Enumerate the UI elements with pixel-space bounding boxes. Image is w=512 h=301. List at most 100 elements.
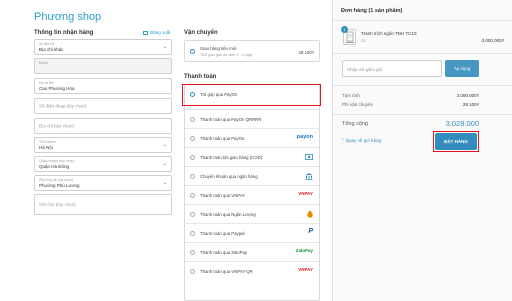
payment-radio[interactable] xyxy=(190,155,195,160)
payment-method-label: Chuyển khoản qua ngân hàng xyxy=(200,174,258,179)
order-summary: Đơn hàng (1 sản phẩm) 1 Tranh trích ngôn… xyxy=(332,0,512,301)
subtotal-value: 3.000.000₫ xyxy=(456,93,479,98)
shipping-fee-label: Phí vận chuyển xyxy=(342,102,374,107)
phone-placeholder: Số điện thoại (tùy chọn) xyxy=(39,103,87,109)
address-field[interactable]: Địa chỉ (tùy chọn) xyxy=(34,118,172,134)
phone-field[interactable]: Số điện thoại (tùy chọn) xyxy=(34,98,172,114)
divider xyxy=(333,85,512,86)
shipping-info-title: Thông tin nhận hàng xyxy=(34,30,94,36)
subtotal-label: Tạm tính xyxy=(342,93,360,98)
chevron-down-icon: ⌄ xyxy=(162,44,167,50)
order-title: Đơn hàng (1 sản phẩm) xyxy=(341,8,403,14)
fullname-label: Họ và tên xyxy=(39,81,54,85)
province-label: Tỉnh thành xyxy=(39,140,56,144)
payment-method-bank-transfer[interactable]: Chuyển khoản qua ngân hàng xyxy=(185,166,319,185)
back-to-cart-link[interactable]: ‹ Quay về giỏ hàng xyxy=(342,137,381,143)
payment-method-label: Thanh toán khi giao hàng (COD) xyxy=(200,155,263,160)
ward-select[interactable]: Phường xã (tùy chọn) Phường Phú Lương ⌄ xyxy=(34,175,172,191)
payment-methods-list: Trả góp qua PayOn Thanh toán qua PayOn Q… xyxy=(184,84,320,301)
payment-method-label: Thanh toán qua Paypal xyxy=(200,231,245,236)
payment-method-nganluong[interactable]: Thanh toán qua Ngân Lượng xyxy=(185,204,319,223)
payon-logo-icon: payon xyxy=(296,134,313,140)
discount-code-placeholder: Nhập mã giảm giá xyxy=(347,67,382,72)
chevron-down-icon: ⌄ xyxy=(162,180,167,186)
fullname-value: Cao Phương Hòa xyxy=(39,86,75,91)
payment-method-zalopay[interactable]: Thanh toán qua ZaloPay ZaloPay xyxy=(185,242,319,261)
logout-label: Đăng xuất xyxy=(150,30,171,35)
item-quantity-badge: 1 xyxy=(341,26,348,33)
item-variant: 22 xyxy=(361,38,366,43)
apply-discount-button[interactable]: Áp dụng xyxy=(445,60,479,77)
payment-method-label: Thanh toán qua VNPAY xyxy=(200,193,246,198)
vnpay-qr-logo-icon: VNPAY xyxy=(298,267,313,272)
total-value: 3.028.000 xyxy=(445,119,479,128)
divider xyxy=(333,114,512,115)
chevron-down-icon: ⌄ xyxy=(162,161,167,167)
ward-label: Phường xã (tùy chọn) xyxy=(39,178,74,182)
divider xyxy=(333,20,512,21)
back-to-cart-label: Quay về giỏ hàng xyxy=(345,137,381,143)
item-price: 3.000.000₫ xyxy=(481,38,504,43)
chevron-down-icon: ⌄ xyxy=(162,142,167,148)
total-label: Tổng cộng xyxy=(342,121,368,127)
email-field[interactable]: Email xyxy=(34,58,172,74)
email-label: Email xyxy=(39,61,48,65)
shipping-option-desc: Thời gian giao dự kiến: 1 - 2 ngày xyxy=(200,53,253,57)
payment-method-paypal[interactable]: Thanh toán qua Paypal P xyxy=(185,223,319,242)
logout-link[interactable]: Đăng xuất xyxy=(143,30,171,35)
payment-method-label: Thanh toán qua PayOn QRRRR xyxy=(200,117,262,122)
district-label: Quận huyện (tùy chọn) xyxy=(39,159,75,163)
payment-radio[interactable] xyxy=(190,231,195,236)
bank-icon xyxy=(305,173,313,180)
payment-radio[interactable] xyxy=(190,174,195,179)
address-book-value: Địa chỉ khác xyxy=(39,47,64,52)
district-select[interactable]: Quận huyện (tùy chọn) Quận Hà Đông ⌄ xyxy=(34,156,172,172)
province-select[interactable]: Tỉnh thành Hà Nội ⌄ xyxy=(34,137,172,153)
payment-method-payon[interactable]: Thanh toán qua PayOn payon xyxy=(185,128,319,147)
payment-method-label: Thanh toán qua Ngân Lượng xyxy=(200,212,256,217)
shipping-option-radio[interactable] xyxy=(190,49,195,54)
cash-icon xyxy=(305,154,313,160)
divider xyxy=(333,53,512,54)
payment-method-vnpay-qr[interactable]: Thanh toán qua VNPAY-QR VNPAY xyxy=(185,261,319,280)
paypal-logo-icon: P xyxy=(308,228,313,235)
shipping-option-name: Giao hàng tiêu mới xyxy=(200,46,237,51)
shipping-option-price: 28.100₫ xyxy=(298,50,314,55)
note-placeholder: Ghi chú (tùy chọn) xyxy=(39,202,76,207)
payment-radio[interactable] xyxy=(190,193,195,198)
shipping-option[interactable]: Giao hàng tiêu mới Thời gian giao dự kiế… xyxy=(184,40,320,62)
shipping-fee-value: 28.100₫ xyxy=(462,102,479,107)
payment-method-cod[interactable]: Thanh toán khi giao hàng (COD) xyxy=(185,147,319,166)
zalopay-logo-icon: ZaloPay xyxy=(295,248,313,253)
address-placeholder: Địa chỉ (tùy chọn) xyxy=(39,123,75,129)
payment-method-label: Thanh toán qua PayOn xyxy=(200,136,245,141)
payment-radio[interactable] xyxy=(190,136,195,141)
payment-method-payon-qr[interactable]: Thanh toán qua PayOn QRRRR xyxy=(185,109,319,128)
address-book-select[interactable]: Số địa chỉ Địa chỉ khác ⌄ xyxy=(34,39,172,55)
item-name[interactable]: Tranh trích ngôn TNH TC10 xyxy=(361,31,416,36)
payment-radio[interactable] xyxy=(190,212,195,217)
checkout-main: Phương shop Thông tin nhận hàng Đăng xuấ… xyxy=(0,0,332,301)
shop-name[interactable]: Phương shop xyxy=(34,11,101,23)
place-order-highlight xyxy=(433,131,479,152)
ward-value: Phường Phú Lương xyxy=(39,183,80,188)
note-field[interactable]: Ghi chú (tùy chọn) xyxy=(34,194,172,215)
payment-method-label: Thanh toán qua VNPAY-QR xyxy=(200,269,253,274)
payment-title: Thanh toán xyxy=(184,74,217,80)
payment-radio[interactable] xyxy=(190,250,195,255)
logout-icon xyxy=(143,30,148,35)
shipping-method-title: Vận chuyển xyxy=(184,30,218,36)
payment-method-label: Thanh toán qua ZaloPay xyxy=(200,250,248,255)
selected-payment-highlight xyxy=(182,84,321,106)
province-value: Hà Nội xyxy=(39,145,53,150)
payment-radio[interactable] xyxy=(190,269,195,274)
chevron-left-icon: ‹ xyxy=(342,137,344,143)
fullname-field[interactable]: Họ và tên Cao Phương Hòa xyxy=(34,78,172,94)
payment-method-vnpay[interactable]: Thanh toán qua VNPAY VNPAY xyxy=(185,185,319,204)
payment-radio[interactable] xyxy=(190,117,195,122)
district-value: Quận Hà Đông xyxy=(39,164,70,169)
nganluong-logo-icon xyxy=(307,210,313,218)
vnpay-logo-icon: VNPAY xyxy=(298,191,313,196)
discount-code-input[interactable]: Nhập mã giảm giá xyxy=(342,60,442,77)
address-book-label: Số địa chỉ xyxy=(39,42,55,46)
